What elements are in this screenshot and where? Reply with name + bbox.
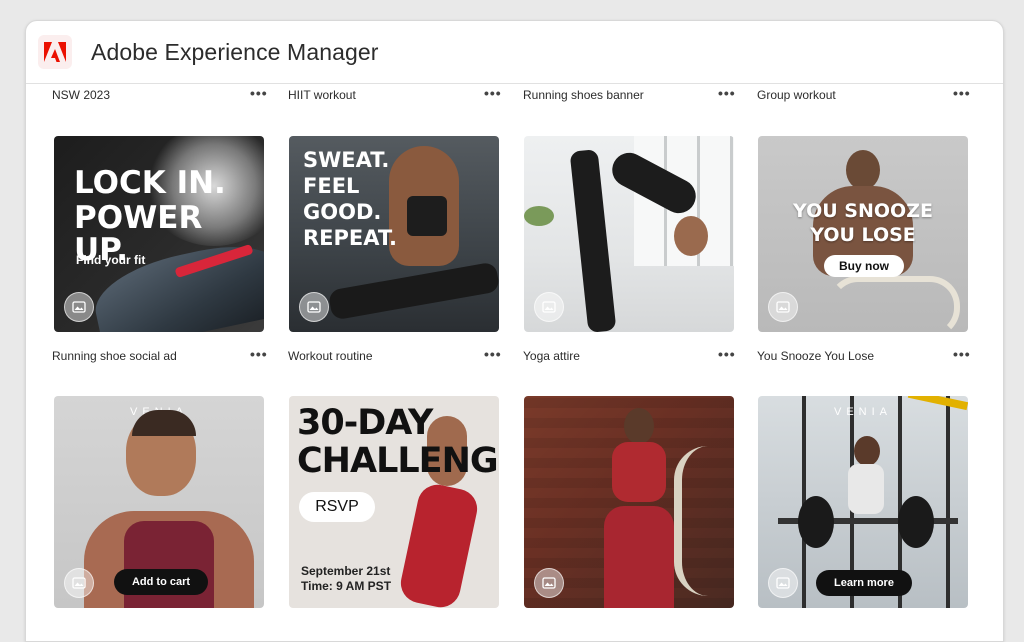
rope-graphic: [828, 276, 960, 332]
asset-title[interactable]: You Snooze You Lose: [757, 349, 874, 363]
add-to-cart-button: Add to cart: [114, 569, 208, 595]
asset-title[interactable]: Running shoe social ad: [52, 349, 177, 363]
asset-card[interactable]: SWEAT. FEEL GOOD. REPEAT.: [289, 136, 499, 332]
ad-headline-line2: CHALLENGE: [297, 441, 499, 481]
athlete-head: [674, 216, 708, 256]
asset-title[interactable]: HIIT workout: [288, 88, 356, 102]
asset-title[interactable]: Workout routine: [288, 349, 373, 363]
more-icon[interactable]: •••: [484, 346, 502, 362]
app-window: Adobe Experience Manager NSW 2023 ••• HI…: [25, 20, 1004, 642]
athlete-head: [846, 150, 880, 190]
more-icon[interactable]: •••: [250, 346, 268, 362]
asset-title[interactable]: Group workout: [757, 88, 836, 102]
asset-card[interactable]: YOU SNOOZE YOU LOSE Buy now: [758, 136, 968, 332]
plate-left: [798, 496, 834, 548]
more-icon[interactable]: •••: [484, 85, 502, 101]
athlete-top: [612, 442, 666, 502]
rsvp-button: RSVP: [299, 492, 375, 522]
plate-right: [898, 496, 934, 548]
athlete-head: [624, 408, 654, 444]
image-icon: [64, 568, 94, 598]
image-icon: [534, 568, 564, 598]
buy-now-button: Buy now: [824, 255, 904, 277]
athlete-top: [848, 464, 884, 514]
more-icon[interactable]: •••: [250, 85, 268, 101]
athlete-legs: [397, 481, 481, 608]
image-icon: [768, 568, 798, 598]
ad-headline-line1: YOU SNOOZE: [793, 200, 933, 222]
learn-more-button: Learn more: [816, 570, 912, 596]
more-icon[interactable]: •••: [953, 85, 971, 101]
image-icon: [64, 292, 94, 322]
image-icon: [534, 292, 564, 322]
app-header: Adobe Experience Manager: [26, 21, 1003, 84]
asset-title[interactable]: NSW 2023: [52, 88, 110, 102]
ad-headline-line2: YOU LOSE: [810, 224, 916, 246]
brand-wordmark: VENIA: [833, 406, 892, 418]
ad-headline-line1: LOCK IN.: [74, 165, 226, 201]
ad-headline-line1: 30-DAY: [297, 403, 433, 443]
ad-cta-text: Find your fit: [76, 253, 146, 267]
ad-headline-line2: FEEL: [303, 174, 360, 198]
asset-card[interactable]: VENIA Add to cart: [54, 396, 264, 608]
rope-graphic: [674, 446, 734, 596]
more-icon[interactable]: •••: [953, 346, 971, 362]
ad-headline-line4: REPEAT.: [303, 226, 397, 250]
more-icon[interactable]: •••: [718, 85, 736, 101]
adobe-logo-icon[interactable]: [38, 35, 72, 69]
athlete-leg: [569, 149, 617, 332]
plant-graphic: [524, 206, 554, 226]
asset-card[interactable]: [524, 136, 734, 332]
asset-card[interactable]: [524, 396, 734, 608]
image-icon: [299, 292, 329, 322]
asset-title[interactable]: Running shoes banner: [523, 88, 644, 102]
athlete-legs: [604, 506, 674, 608]
ad-headline-line1: SWEAT.: [303, 148, 390, 172]
asset-card[interactable]: VENIA Learn more: [758, 396, 968, 608]
event-date: September 21st: [301, 564, 391, 578]
app-title: Adobe Experience Manager: [91, 39, 379, 65]
more-icon[interactable]: •••: [718, 346, 736, 362]
asset-card[interactable]: 30-DAY CHALLENGE RSVP September 21st Tim…: [289, 396, 499, 608]
event-time: Time: 9 AM PST: [301, 579, 392, 593]
athlete-top: [407, 196, 447, 236]
athlete-head: [854, 436, 880, 466]
asset-title[interactable]: Yoga attire: [523, 349, 580, 363]
ad-headline-line3: GOOD.: [303, 200, 382, 224]
image-icon: [768, 292, 798, 322]
athlete-legs: [327, 261, 499, 321]
asset-card[interactable]: LOCK IN. POWER UP. Find your fit: [54, 136, 264, 332]
